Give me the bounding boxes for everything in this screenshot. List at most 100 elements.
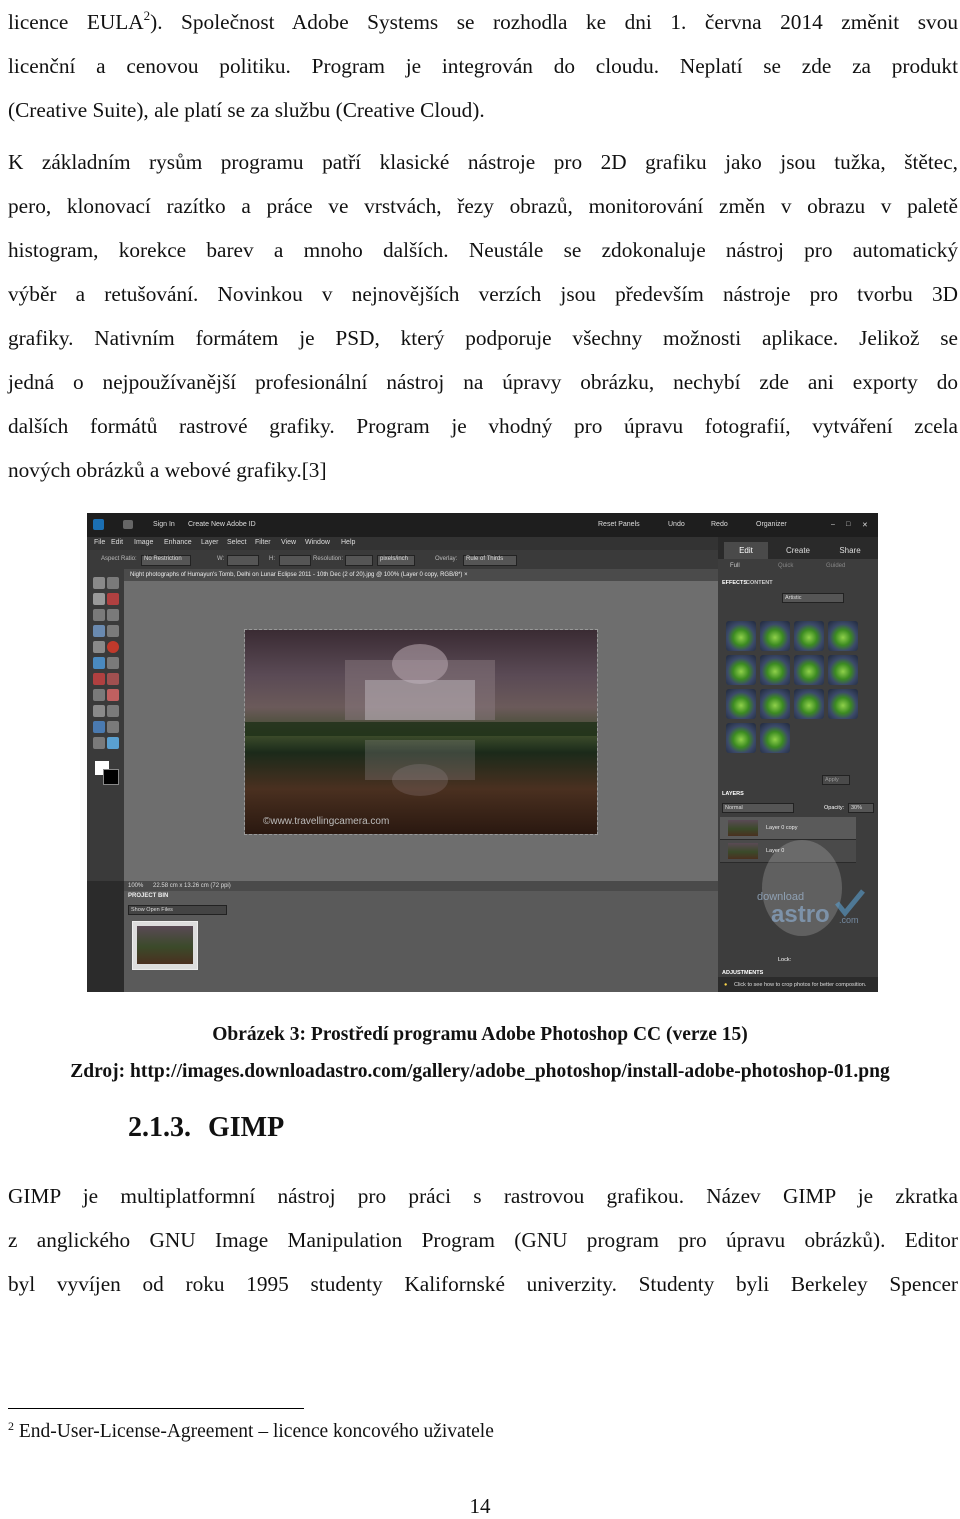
shape-tool-icon[interactable] [93, 737, 105, 749]
redo-button[interactable]: Redo [711, 521, 728, 528]
aspect-ratio-select[interactable]: No Restriction [141, 555, 191, 566]
maximize-icon[interactable]: □ [846, 521, 850, 528]
menu-image[interactable]: Image [134, 539, 153, 546]
editor-icon [123, 520, 133, 529]
apply-button[interactable]: Apply [822, 775, 850, 785]
text-line: z anglického GNU Image Manipulation Prog… [8, 1228, 958, 1252]
project-bin-dropdown[interactable]: Show Open Files [128, 905, 227, 915]
effect-thumbnail[interactable] [726, 621, 756, 651]
sign-in-link[interactable]: Sign In [153, 521, 175, 528]
mode-guided[interactable]: Guided [826, 563, 845, 569]
menu-window[interactable]: Window [305, 539, 330, 546]
tab-edit[interactable]: Edit [724, 542, 768, 559]
clone-stamp-icon[interactable] [93, 689, 105, 701]
effect-thumbnail[interactable] [828, 655, 858, 685]
overlay-select[interactable]: Rule of Thirds [463, 555, 517, 566]
effect-thumbnail[interactable] [794, 689, 824, 719]
mode-quick[interactable]: Quick [778, 563, 793, 569]
photoshop-screenshot: Sign In Create New Adobe ID Reset Panels… [87, 513, 878, 992]
eyedropper-icon[interactable] [107, 593, 119, 605]
paragraph-features: K základním rysům programu patří klasick… [8, 140, 958, 492]
gradient-tool-icon[interactable] [107, 721, 119, 733]
tab-content[interactable]: CONTENT [746, 580, 773, 586]
effect-thumbnail[interactable] [828, 689, 858, 719]
text-line: jedná o nejpoužívanější profesionální ná… [8, 370, 958, 394]
width-field[interactable] [227, 555, 259, 566]
height-field[interactable] [279, 555, 311, 566]
effect-thumbnail[interactable] [726, 689, 756, 719]
close-icon[interactable]: ✕ [862, 521, 868, 529]
brush-tool-icon[interactable] [93, 705, 105, 717]
menu-help[interactable]: Help [341, 539, 355, 546]
panel-tabs: Edit Create Share [718, 537, 878, 559]
create-id-link[interactable]: Create New Adobe ID [188, 521, 256, 528]
effect-thumbnail[interactable] [760, 723, 790, 753]
red-eye-icon[interactable] [93, 673, 105, 685]
healing-brush-icon[interactable] [107, 673, 119, 685]
effect-thumbnail[interactable] [794, 655, 824, 685]
effect-thumbnail[interactable] [760, 621, 790, 651]
text-line: dalších formátů rastrové grafiky. Progra… [8, 414, 958, 438]
opacity-field[interactable]: 30% [848, 803, 874, 813]
footnote-separator [8, 1408, 304, 1409]
resolution-field[interactable] [345, 555, 373, 566]
layer-name: Layer 0 copy [766, 825, 798, 831]
background-color-swatch[interactable] [103, 769, 119, 785]
zoom-tool-icon[interactable] [93, 577, 105, 589]
blur-tool-icon[interactable] [107, 737, 119, 749]
effect-thumbnail[interactable] [760, 689, 790, 719]
menu-filter[interactable]: Filter [255, 539, 271, 546]
tip-text[interactable]: Click to see how to crop photos for bett… [734, 982, 866, 988]
eraser-icon[interactable] [107, 689, 119, 701]
marquee-tool-icon[interactable] [93, 609, 105, 621]
resolution-unit-select[interactable]: pixels/inch [377, 555, 415, 566]
paint-bucket-icon[interactable] [93, 721, 105, 733]
text-line: licenční a cenovou politiku. Program je … [8, 54, 958, 78]
minimize-icon[interactable]: – [831, 521, 835, 528]
cookie-cutter-icon[interactable] [93, 657, 105, 669]
text-line: pero, klonovací razítko a práce ve vrstv… [8, 194, 958, 218]
magic-wand-icon[interactable] [93, 625, 105, 637]
effect-thumbnail[interactable] [726, 723, 756, 753]
menu-enhance[interactable]: Enhance [164, 539, 192, 546]
watermark-text-astro: astro [771, 901, 830, 928]
move-tool-icon[interactable] [93, 593, 105, 605]
tab-create[interactable]: Create [776, 542, 820, 559]
document-photo[interactable]: ©www.travellingcamera.com [244, 629, 598, 835]
app-titlebar: Sign In Create New Adobe ID Reset Panels… [87, 513, 878, 537]
open-file-thumbnail[interactable] [132, 921, 198, 970]
thumbnail-image [137, 926, 193, 964]
document-tab[interactable]: Night photographs of Humayun's Tomb, Del… [124, 569, 718, 581]
organizer-button[interactable]: Organizer [756, 521, 787, 528]
effects-filter-select[interactable]: Artistic [782, 593, 844, 603]
menu-layer[interactable]: Layer [201, 539, 219, 546]
hand-tool-icon[interactable] [107, 577, 119, 589]
text-line: výběr a retušování. Novinkou v nejnovějš… [8, 282, 958, 306]
section-number: 2.1.3. [128, 1112, 191, 1143]
crop-tool-icon[interactable] [107, 641, 119, 653]
effect-thumbnail[interactable] [726, 655, 756, 685]
tip-bar: ● Click to see how to crop photos for be… [718, 977, 878, 992]
smart-brush-icon[interactable] [107, 705, 119, 717]
lasso-tool-icon[interactable] [107, 609, 119, 621]
undo-button[interactable]: Undo [668, 521, 685, 528]
effect-thumbnail[interactable] [760, 655, 790, 685]
text-tool-icon[interactable] [93, 641, 105, 653]
menu-file[interactable]: File [94, 539, 105, 546]
effect-thumbnail[interactable] [794, 621, 824, 651]
figure-caption: Obrázek 3: Prostředí programu Adobe Phot… [212, 1024, 748, 1045]
zoom-readout: 100% [128, 883, 144, 889]
straighten-tool-icon[interactable] [107, 657, 119, 669]
effect-thumbnail[interactable] [828, 621, 858, 651]
menu-view[interactable]: View [281, 539, 296, 546]
blend-mode-select[interactable]: Normal [722, 803, 794, 813]
reset-panels-button[interactable]: Reset Panels [598, 521, 640, 528]
aspect-ratio-label: Aspect Ratio: [101, 556, 137, 562]
selection-brush-icon[interactable] [107, 625, 119, 637]
app-logo-icon [93, 519, 104, 530]
tab-share[interactable]: Share [828, 542, 872, 559]
menu-edit[interactable]: Edit [111, 539, 123, 546]
tab-effects[interactable]: EFFECTS [722, 580, 747, 586]
menu-select[interactable]: Select [227, 539, 246, 546]
mode-full[interactable]: Full [730, 563, 740, 569]
